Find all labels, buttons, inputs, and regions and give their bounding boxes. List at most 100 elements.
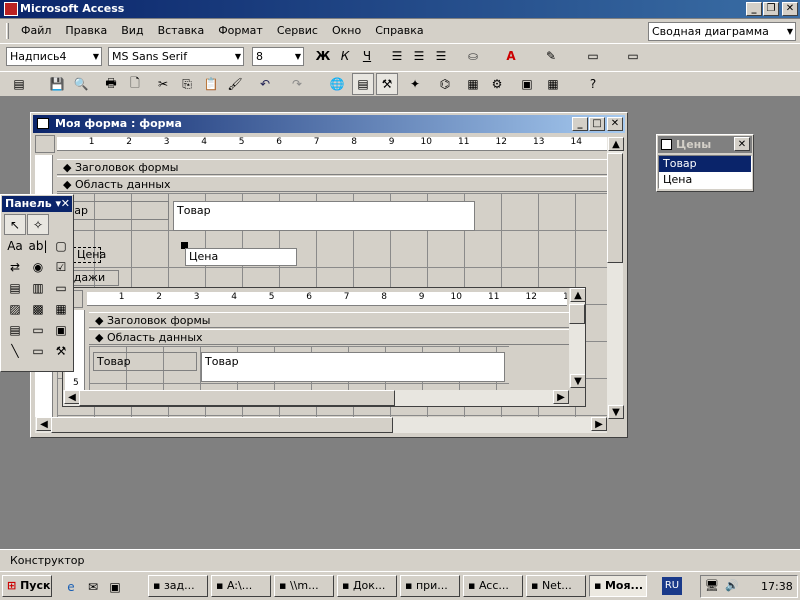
form-header-bar[interactable]: ◆ Заголовок формы — [57, 159, 611, 175]
preview-icon[interactable]: 🗋 — [124, 73, 146, 95]
toolbox-icon[interactable]: ⚒ — [376, 73, 398, 95]
scroll-right-icon[interactable]: ▶ — [553, 390, 569, 404]
page-break-icon[interactable]: ▤ — [4, 319, 26, 340]
chevron-down-icon[interactable]: ▼ — [235, 48, 241, 65]
task-button[interactable]: ▪ Net... — [526, 575, 586, 597]
lang-indicator[interactable]: RU — [662, 577, 682, 595]
autoformat-icon[interactable]: ✦ — [404, 73, 426, 95]
align-right-icon[interactable]: ☰ — [430, 45, 452, 67]
task-button[interactable]: ▪ A:\... — [211, 575, 271, 597]
chevron-down-icon[interactable]: ▼ — [93, 48, 99, 65]
minimize-icon[interactable]: _ — [746, 2, 762, 16]
scroll-down-icon[interactable]: ▼ — [608, 405, 624, 419]
chevron-down-icon[interactable]: ▼ — [295, 48, 301, 65]
textbox-icon[interactable]: ab| — [27, 235, 49, 256]
copy-icon[interactable]: ⎘ — [176, 73, 198, 95]
minimize-icon[interactable]: _ — [572, 117, 588, 131]
menu-item[interactable]: Окно — [325, 24, 368, 37]
subform-vscroll[interactable]: ▲ ▼ — [569, 288, 585, 388]
close-icon[interactable]: ✕ — [734, 137, 750, 151]
subform-label-tovar[interactable]: Товар — [93, 352, 197, 371]
field-cena[interactable]: Цена — [185, 248, 297, 266]
align-center-icon[interactable]: ☰ — [408, 45, 430, 67]
builder-icon[interactable]: ⚙ — [486, 73, 508, 95]
print-icon[interactable]: 🖶 — [100, 73, 122, 95]
task-button[interactable]: ▪ Моя... — [589, 575, 647, 597]
subform-field-tovar[interactable]: Товар — [201, 352, 505, 382]
detail-bar[interactable]: ◆ Область данных — [57, 176, 611, 192]
button-icon[interactable]: ▭ — [50, 277, 72, 298]
font-color-icon[interactable]: A — [500, 45, 522, 67]
scroll-up-icon[interactable]: ▲ — [608, 137, 624, 151]
new-object-icon[interactable]: ▦ — [542, 73, 564, 95]
scroll-left-icon[interactable]: ◀ — [36, 417, 52, 431]
close-icon[interactable]: ✕ — [61, 196, 70, 212]
object-combo[interactable]: Надпись4 ▼ — [6, 47, 102, 66]
scroll-thumb[interactable] — [569, 304, 585, 324]
field-list-item[interactable]: Цена — [659, 172, 751, 188]
menu-item[interactable]: Правка — [58, 24, 114, 37]
line-color-icon[interactable]: ✎ — [540, 45, 562, 67]
tab-control-icon[interactable]: ▭ — [27, 319, 49, 340]
subform-control[interactable]: 1234567891011121314 5 ◆ Заголовок формы … — [62, 287, 586, 407]
font-combo[interactable]: MS Sans Serif ▼ — [108, 47, 244, 66]
bound-frame-icon[interactable]: ▦ — [50, 298, 72, 319]
align-left-icon[interactable]: ☰ — [386, 45, 408, 67]
paste-icon[interactable]: 📋 — [200, 73, 222, 95]
format-painter-icon[interactable]: 🖌 — [224, 73, 246, 95]
menu-item[interactable]: Вставка — [151, 24, 212, 37]
subform-header-bar[interactable]: ◆ Заголовок формы — [89, 312, 569, 328]
desktop-icon[interactable]: ▣ — [104, 576, 126, 598]
hscroll-thumb[interactable] — [79, 390, 395, 406]
image-icon[interactable]: ▨ — [4, 298, 26, 319]
task-button[interactable]: ▪ Acc... — [463, 575, 523, 597]
line-icon[interactable]: ╲ — [4, 340, 26, 361]
volume-icon[interactable]: 🔊 — [725, 579, 739, 592]
menu-item[interactable]: Вид — [114, 24, 150, 37]
hyperlink-icon[interactable]: 🌐 — [326, 73, 348, 95]
hscroll-thumb[interactable] — [51, 417, 393, 433]
start-button[interactable]: ⊞ Пуск — [2, 575, 52, 597]
close-icon[interactable]: ✕ — [607, 117, 623, 131]
checkbox-icon[interactable]: ☑ — [50, 256, 72, 277]
task-button[interactable]: ▪ при... — [400, 575, 460, 597]
maximize-icon[interactable]: □ — [589, 117, 605, 131]
more-tools-icon[interactable]: ⚒ — [50, 340, 72, 361]
toggle-icon[interactable]: ⇄ — [4, 256, 26, 277]
chevron-down-icon[interactable]: ▼ — [787, 23, 793, 40]
form-selector[interactable] — [35, 135, 55, 153]
ie-icon[interactable]: e — [60, 576, 82, 598]
search-icon[interactable]: 🔍 — [70, 73, 92, 95]
field-tovar[interactable]: Товар — [173, 201, 475, 231]
combo-icon[interactable]: ▤ — [4, 277, 26, 298]
cut-icon[interactable]: ✂ — [152, 73, 174, 95]
scroll-up-icon[interactable]: ▲ — [570, 288, 585, 302]
restore-icon[interactable]: ❐ — [763, 2, 779, 16]
special-effect-icon[interactable]: ▭ — [622, 45, 644, 67]
menu-item[interactable]: Сервис — [270, 24, 325, 37]
list-icon[interactable]: ▥ — [27, 277, 49, 298]
undo-icon[interactable]: ↶ — [254, 73, 276, 95]
task-button[interactable]: ▪ \\m... — [274, 575, 334, 597]
save-icon[interactable]: 💾 — [46, 73, 68, 95]
close-icon[interactable]: ✕ — [782, 2, 798, 16]
subform-icon[interactable]: ▣ — [50, 319, 72, 340]
tray-icon[interactable]: 🖥 — [705, 579, 719, 592]
help-input[interactable]: Сводная диаграмма ▼ — [648, 22, 796, 41]
rectangle-icon[interactable]: ▭ — [27, 340, 49, 361]
subform-detail-bar[interactable]: ◆ Область данных — [89, 329, 569, 345]
underline-button[interactable]: Ч — [356, 45, 378, 67]
menu-item[interactable]: Файл — [14, 24, 58, 37]
code-icon[interactable]: ⌬ — [434, 73, 456, 95]
unbound-frame-icon[interactable]: ▩ — [27, 298, 49, 319]
field-list-icon[interactable]: ▤ — [352, 73, 374, 95]
fill-color-icon[interactable]: ⛀ — [462, 45, 484, 67]
form-hscroll[interactable]: ◀ ▶ — [35, 417, 607, 433]
outlook-icon[interactable]: ✉ — [82, 576, 104, 598]
redo-icon[interactable]: ↷ — [286, 73, 308, 95]
task-button[interactable]: ▪ Док... — [337, 575, 397, 597]
italic-button[interactable]: К — [334, 45, 356, 67]
scroll-thumb[interactable] — [607, 153, 623, 263]
line-style-icon[interactable]: ▭ — [582, 45, 604, 67]
help-icon[interactable]: ? — [582, 73, 604, 95]
